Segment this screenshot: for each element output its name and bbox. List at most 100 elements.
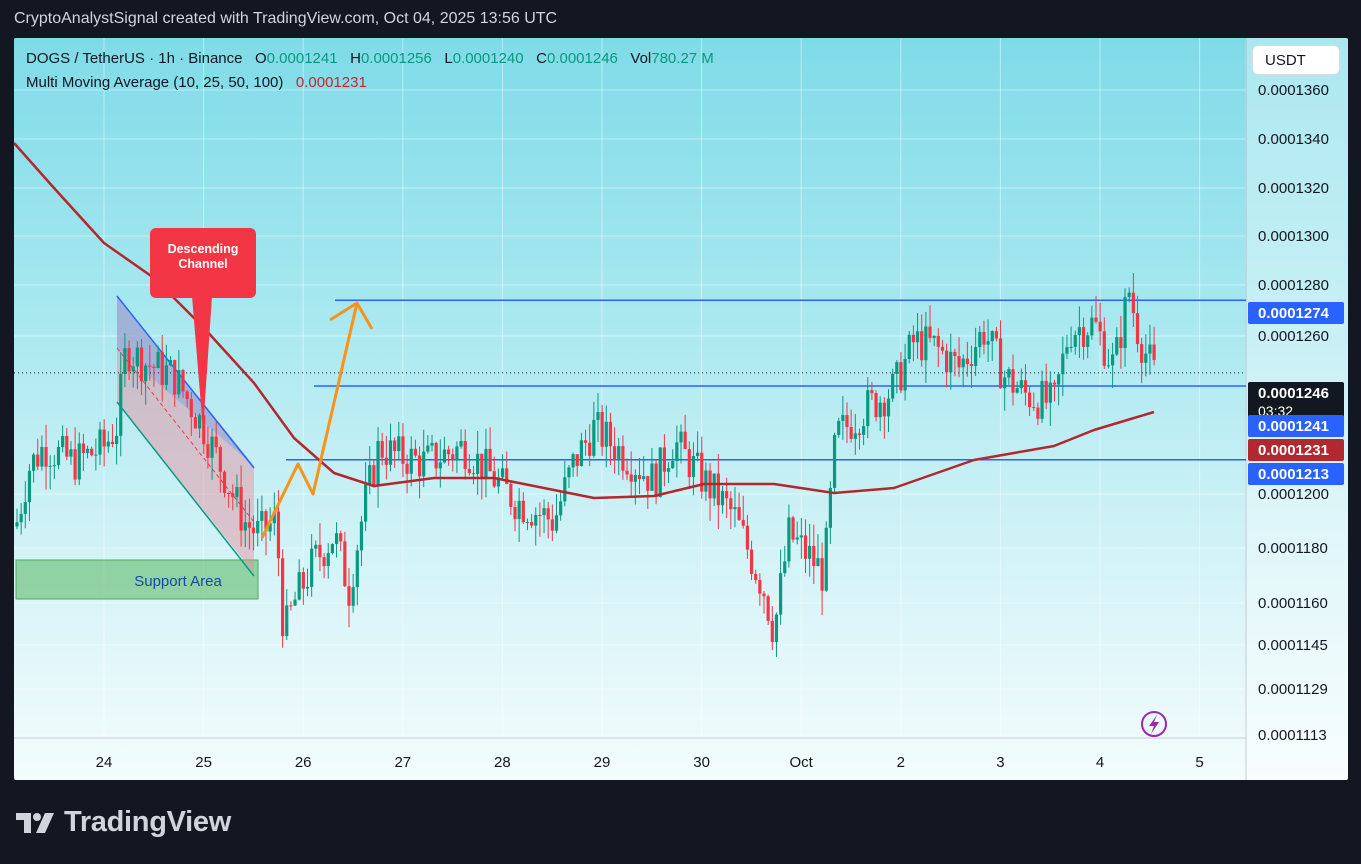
candle-body [1077, 327, 1081, 336]
candle [974, 327, 978, 377]
candle-body [1028, 392, 1032, 408]
low-value: 0.0001240 [452, 50, 524, 67]
candle [500, 454, 505, 481]
candle [434, 441, 438, 477]
candle [862, 418, 866, 446]
candle [1019, 368, 1023, 394]
candle-body [720, 490, 725, 506]
candle-body [891, 373, 895, 399]
chart-area[interactable]: 24 25 26 27 28 29 30 Oct 2 3 4 5 0.0001360 0.0001340 0… [14, 38, 1348, 780]
candle-body [210, 436, 214, 458]
candle [613, 427, 617, 474]
candle-body [949, 351, 953, 373]
candle-body [144, 365, 148, 382]
candle [492, 456, 496, 488]
candle [347, 568, 351, 628]
chart-canvas[interactable]: 24 25 26 27 28 29 30 Oct 2 3 4 5 0.0001360 0.0001340 0… [14, 38, 1348, 780]
candle-body [741, 519, 745, 526]
candle [716, 453, 720, 530]
lightning-icon [1141, 711, 1167, 737]
candle [69, 440, 73, 465]
tradingview-logo[interactable]: TradingView [16, 806, 231, 839]
candle-body [666, 468, 671, 472]
candle-body [629, 474, 633, 482]
candle [820, 542, 824, 616]
candle [1119, 315, 1123, 369]
candle-body [281, 558, 285, 637]
candle [538, 502, 542, 537]
candle-body [928, 326, 932, 339]
candle [579, 432, 583, 467]
candle-body [214, 436, 218, 448]
candle-body [1007, 369, 1011, 378]
candle [397, 421, 401, 459]
candle [23, 481, 27, 529]
candle [471, 465, 476, 485]
symbol-name[interactable]: DOGS / TetherUS · 1h · Binance [26, 50, 242, 67]
candle-body [98, 429, 102, 455]
candle [949, 333, 953, 390]
candle [376, 427, 380, 508]
candle-body [32, 454, 36, 471]
y-tick-label: 0.0001180 [1258, 540, 1328, 557]
candle [583, 429, 588, 456]
candle-body [940, 346, 945, 351]
candle [417, 446, 422, 499]
candle-body [841, 415, 845, 421]
volume-label: Vol [630, 50, 652, 67]
candle [1023, 364, 1028, 406]
candle-body [330, 543, 334, 554]
candle [542, 499, 546, 534]
candle [36, 438, 40, 471]
candle [812, 524, 816, 585]
candle [646, 475, 650, 509]
x-tick-label: 28 [494, 754, 511, 771]
x-tick-label: 4 [1096, 754, 1104, 771]
candle [1028, 386, 1032, 416]
currency-button[interactable]: USDT [1252, 45, 1340, 75]
candle [886, 389, 891, 432]
candle-body [368, 465, 372, 485]
candle-body [965, 358, 969, 365]
candle [1036, 402, 1040, 426]
candle [1144, 334, 1148, 377]
candle-body [799, 535, 803, 538]
ma-name: Multi Moving Average (10, 25, 50, 100) [26, 74, 284, 91]
candle [1077, 306, 1081, 358]
candle-body [318, 544, 322, 558]
candle-body [364, 484, 368, 522]
candle-body [422, 451, 426, 477]
candle-body [1019, 380, 1023, 389]
candle-body [94, 454, 98, 456]
candle-body [567, 467, 571, 478]
candle-body [305, 586, 310, 589]
candle [779, 549, 783, 625]
y-tick-label: 0.0001340 [1258, 131, 1329, 148]
candle [65, 428, 69, 461]
candle [1040, 370, 1044, 423]
candle-body [550, 519, 554, 531]
candle-body [189, 399, 193, 418]
candle [546, 502, 550, 539]
candle-body [500, 468, 505, 478]
candle [77, 432, 81, 486]
price-badge-label: 0.0001213 [1258, 466, 1329, 483]
candle [791, 515, 795, 543]
indicator-legend[interactable]: Multi Moving Average (10, 25, 50, 100) 0… [26, 74, 367, 91]
candle [928, 305, 932, 343]
x-tick-label: 26 [295, 754, 312, 771]
candle [1140, 337, 1144, 384]
candle-body [488, 448, 492, 472]
candle-body [256, 520, 260, 534]
candle-body [945, 350, 949, 373]
candle-body [1148, 344, 1152, 354]
candle [857, 428, 862, 450]
candle-body [911, 334, 915, 343]
candle [322, 553, 326, 579]
candle [650, 447, 654, 492]
candle-body [289, 605, 293, 607]
candle-body [409, 448, 413, 474]
volume-value: 780.27 M [651, 50, 714, 67]
candle [679, 424, 683, 464]
candle-body [679, 431, 683, 443]
